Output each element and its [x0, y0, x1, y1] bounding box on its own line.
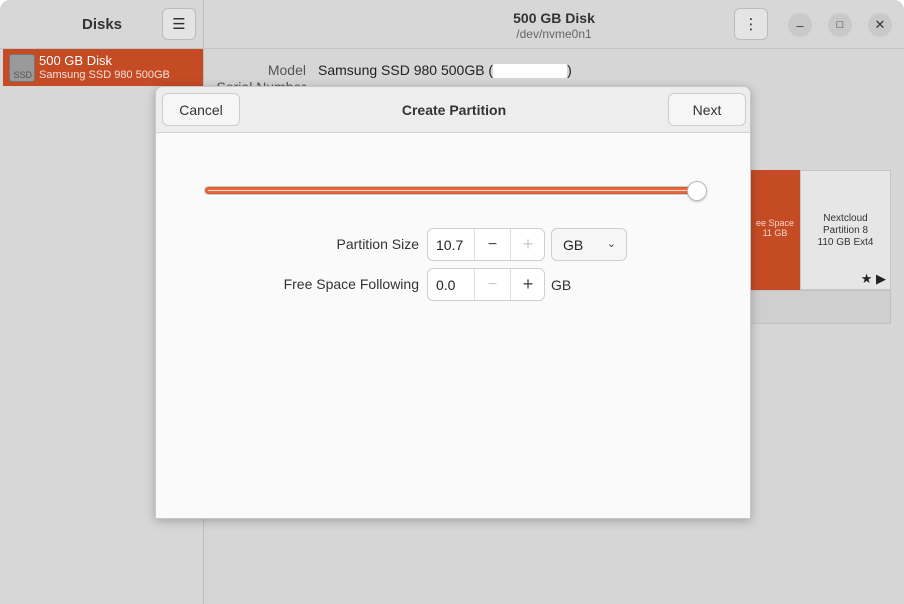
- free-space-following-label: Free Space Following: [283, 276, 419, 292]
- disk-item-model: Samsung SSD 980 500GB: [39, 69, 170, 81]
- maximize-button[interactable]: □: [828, 13, 852, 37]
- free-space-size: 11 GB: [762, 228, 788, 238]
- partition-number: Partition 8: [822, 225, 869, 236]
- partition-volume[interactable]: Nextcloud Partition 8 110 GB Ext4 ★ ▶: [800, 170, 891, 290]
- sidebar-header: Disks ☰: [0, 0, 204, 49]
- minimize-button[interactable]: –: [788, 13, 812, 37]
- size-unit-dropdown[interactable]: GB ⌄: [551, 228, 627, 261]
- free-space-spinbutton[interactable]: 0.0 − +: [427, 268, 545, 301]
- free-space-value[interactable]: 0.0: [436, 277, 455, 293]
- free-space-increment[interactable]: +: [510, 269, 544, 300]
- star-icon: ★: [860, 271, 873, 286]
- free-space-label: ee Space: [755, 218, 795, 228]
- partition-description: 110 GB Ext4: [817, 237, 874, 248]
- slider-handle[interactable]: [687, 181, 707, 201]
- play-icon: ▶: [876, 271, 886, 286]
- close-button[interactable]: ✕: [868, 13, 892, 37]
- model-label: Model: [267, 62, 306, 78]
- free-space-decrement[interactable]: −: [474, 269, 510, 300]
- disks-window: Disks ☰ 500 GB Disk /dev/nvme0n1 ⋮ – □ ✕…: [0, 0, 904, 604]
- partition-size-spinbutton[interactable]: 10.7 − +: [427, 228, 545, 261]
- partition-size-increment[interactable]: +: [510, 229, 544, 260]
- free-space-volume[interactable]: ee Space 11 GB: [750, 170, 800, 290]
- dialog-title: Create Partition: [401, 102, 507, 118]
- chevron-down-icon: ⌄: [606, 238, 616, 250]
- free-space-unit: GB: [551, 277, 572, 293]
- volumes-bottom-bar: [750, 290, 891, 324]
- ssd-icon-text: SSD: [13, 70, 32, 80]
- vertical-dots-icon: ⋮: [743, 16, 759, 33]
- close-icon: ✕: [874, 17, 886, 32]
- model-value-end: ): [567, 62, 572, 78]
- minimize-icon: –: [796, 17, 804, 33]
- slider-fill: [205, 187, 699, 194]
- disk-menu-button[interactable]: ⋮: [734, 8, 768, 40]
- next-button[interactable]: Next: [668, 93, 746, 126]
- partition-size-value[interactable]: 10.7: [436, 237, 463, 253]
- partition-name: Nextcloud: [823, 213, 868, 224]
- partition-status-icons: ★ ▶: [860, 271, 886, 286]
- ssd-icon: SSD: [9, 54, 35, 82]
- partition-size-slider[interactable]: [204, 186, 700, 195]
- model-value-text: Samsung SSD 980 500GB (: [318, 62, 494, 78]
- size-unit-value: GB: [563, 237, 584, 253]
- slider-highlight: [208, 190, 696, 191]
- redacted-serial: [493, 64, 568, 79]
- partition-size-label: Partition Size: [336, 236, 419, 252]
- disk-list-item[interactable]: SSD 500 GB Disk Samsung SSD 980 500GB: [3, 49, 203, 86]
- content-header: 500 GB Disk /dev/nvme0n1 ⋮ – □ ✕: [204, 0, 904, 49]
- partition-size-decrement[interactable]: −: [474, 229, 510, 260]
- model-value: Samsung SSD 980 500GB (): [318, 62, 572, 79]
- create-partition-dialog: Cancel Create Partition Next Partition S…: [155, 86, 751, 519]
- volumes-map: ee Space 11 GB Nextcloud Partition 8 110…: [750, 170, 891, 290]
- main-menu-button[interactable]: ☰: [162, 8, 196, 40]
- disk-item-name: 500 GB Disk: [39, 53, 112, 68]
- hamburger-icon: ☰: [172, 16, 186, 33]
- maximize-icon: □: [836, 19, 844, 31]
- dialog-header: Cancel Create Partition Next: [156, 87, 750, 133]
